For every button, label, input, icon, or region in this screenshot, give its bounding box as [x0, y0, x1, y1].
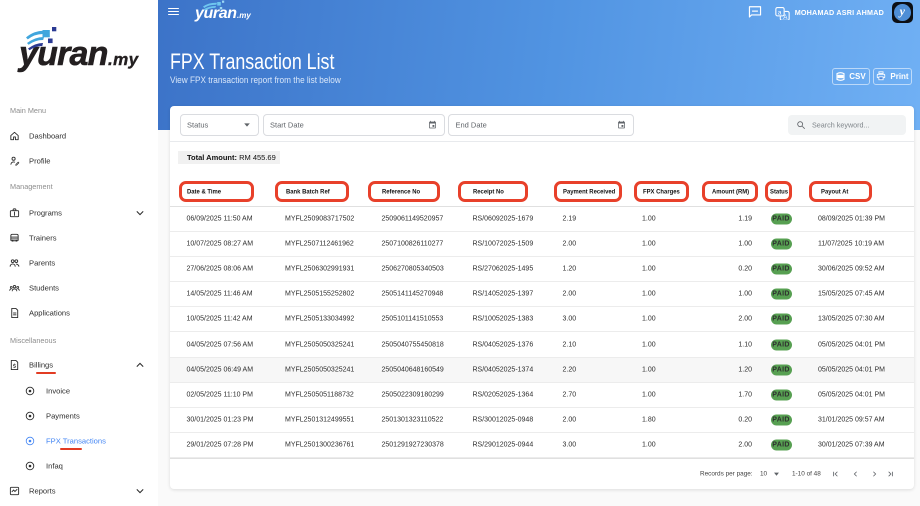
svg-text:.my: .my	[108, 50, 140, 69]
svg-text:yuran: yuran	[194, 5, 237, 22]
svg-text:.my: .my	[237, 11, 251, 20]
svg-text:a: a	[778, 9, 782, 16]
svg-text:A: A	[783, 14, 788, 20]
